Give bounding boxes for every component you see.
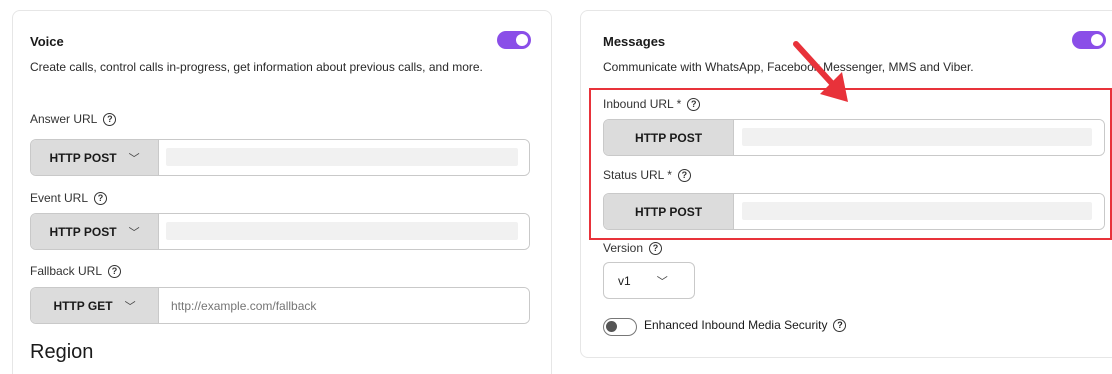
fallback-url-field: HTTP GET ﹀ bbox=[30, 287, 530, 324]
answer-url-label: Answer URL ? bbox=[30, 112, 117, 126]
version-label: Version ? bbox=[603, 241, 663, 255]
event-url-method-select[interactable]: HTTP POST ﹀ bbox=[31, 214, 159, 249]
chevron-down-icon: ﹀ bbox=[128, 152, 140, 165]
voice-title: Voice bbox=[30, 34, 64, 49]
event-url-method-label: HTTP POST bbox=[49, 224, 117, 239]
help-icon[interactable]: ? bbox=[94, 191, 108, 205]
help-icon[interactable]: ? bbox=[103, 112, 117, 126]
redacted-url-overlay bbox=[166, 222, 518, 240]
version-value: v1 bbox=[618, 273, 631, 288]
version-label-text: Version bbox=[603, 241, 644, 255]
chevron-down-icon: ﹀ bbox=[656, 275, 668, 288]
fallback-url-label: Fallback URL ? bbox=[30, 264, 122, 278]
help-icon[interactable]: ? bbox=[649, 241, 663, 255]
help-icon[interactable]: ? bbox=[833, 318, 847, 332]
voice-description: Create calls, control calls in-progress,… bbox=[30, 60, 483, 74]
fallback-url-input[interactable] bbox=[159, 288, 529, 323]
voice-toggle[interactable] bbox=[497, 31, 531, 49]
answer-url-label-text: Answer URL bbox=[30, 112, 98, 126]
messages-title: Messages bbox=[603, 34, 666, 49]
chevron-down-icon: ﹀ bbox=[128, 226, 140, 239]
security-toggle[interactable] bbox=[603, 318, 637, 336]
answer-url-method-label: HTTP POST bbox=[49, 150, 117, 165]
annotation-arrow-icon bbox=[793, 41, 848, 102]
security-label: Enhanced Inbound Media Security ? bbox=[644, 318, 847, 332]
help-icon[interactable]: ? bbox=[108, 264, 122, 278]
region-heading: Region bbox=[30, 341, 94, 363]
fallback-url-method-label: HTTP GET bbox=[53, 298, 113, 313]
answer-url-method-select[interactable]: HTTP POST ﹀ bbox=[31, 140, 159, 175]
fallback-url-method-select[interactable]: HTTP GET ﹀ bbox=[31, 288, 159, 323]
event-url-label-text: Event URL bbox=[30, 191, 89, 205]
security-label-text: Enhanced Inbound Media Security bbox=[644, 318, 828, 332]
redacted-url-overlay bbox=[166, 148, 518, 166]
fallback-url-label-text: Fallback URL bbox=[30, 264, 103, 278]
highlight-box bbox=[589, 88, 1112, 240]
event-url-label: Event URL ? bbox=[30, 191, 108, 205]
chevron-down-icon: ﹀ bbox=[124, 300, 136, 313]
messages-toggle[interactable] bbox=[1072, 31, 1106, 49]
version-select[interactable]: v1 ﹀ bbox=[603, 262, 695, 299]
